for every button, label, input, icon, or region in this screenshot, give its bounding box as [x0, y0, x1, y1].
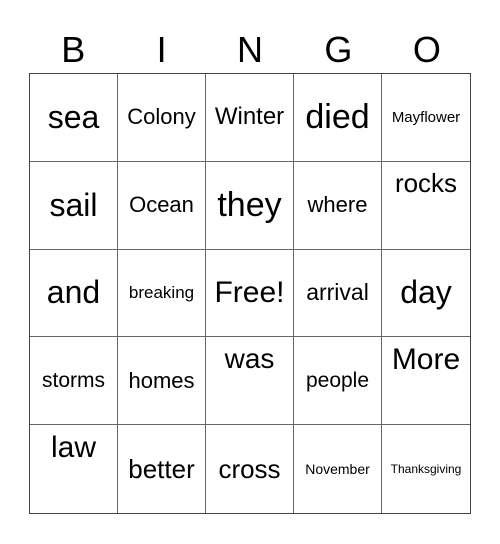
- bingo-cell[interactable]: rocks: [382, 162, 470, 250]
- bingo-cell[interactable]: sail: [30, 161, 118, 250]
- bingo-cell[interactable]: More: [382, 337, 470, 426]
- header-letter-b: B: [61, 29, 86, 70]
- bingo-cell[interactable]: better: [118, 425, 206, 513]
- header-letter-n: N: [237, 29, 264, 70]
- bingo-cell[interactable]: died: [294, 74, 382, 162]
- bingo-cell[interactable]: arrival: [294, 249, 382, 338]
- header-letter-g: G: [324, 29, 353, 70]
- bingo-cell[interactable]: Thanksgiving: [382, 425, 470, 513]
- bingo-cell[interactable]: sea: [30, 74, 118, 162]
- bingo-grid: sea Colony Winter died Mayflower sail Oc…: [29, 73, 471, 514]
- header-letter-i: I: [156, 29, 167, 70]
- bingo-cell[interactable]: Colony: [118, 74, 206, 162]
- bingo-cell[interactable]: November: [294, 425, 382, 513]
- bingo-cell[interactable]: was: [206, 337, 294, 426]
- bingo-cell[interactable]: cross: [206, 425, 294, 513]
- bingo-cell[interactable]: where: [294, 161, 382, 250]
- bingo-cell[interactable]: Winter: [206, 74, 294, 162]
- bingo-cell[interactable]: and: [30, 249, 118, 338]
- bingo-cell[interactable]: Ocean: [118, 161, 206, 250]
- bingo-header: B I N G O: [29, 28, 471, 72]
- bingo-cell[interactable]: breaking: [118, 249, 206, 338]
- bingo-cell[interactable]: they: [206, 161, 294, 250]
- bingo-cell[interactable]: law: [30, 425, 118, 513]
- bingo-cell[interactable]: Mayflower: [382, 74, 470, 162]
- bingo-cell[interactable]: storms: [30, 337, 118, 426]
- free-space-cell[interactable]: Free!: [206, 249, 294, 338]
- bingo-cell[interactable]: people: [294, 337, 382, 426]
- header-letter-o: O: [412, 29, 441, 70]
- bingo-cell[interactable]: homes: [118, 337, 206, 426]
- bingo-cell[interactable]: day: [382, 250, 470, 338]
